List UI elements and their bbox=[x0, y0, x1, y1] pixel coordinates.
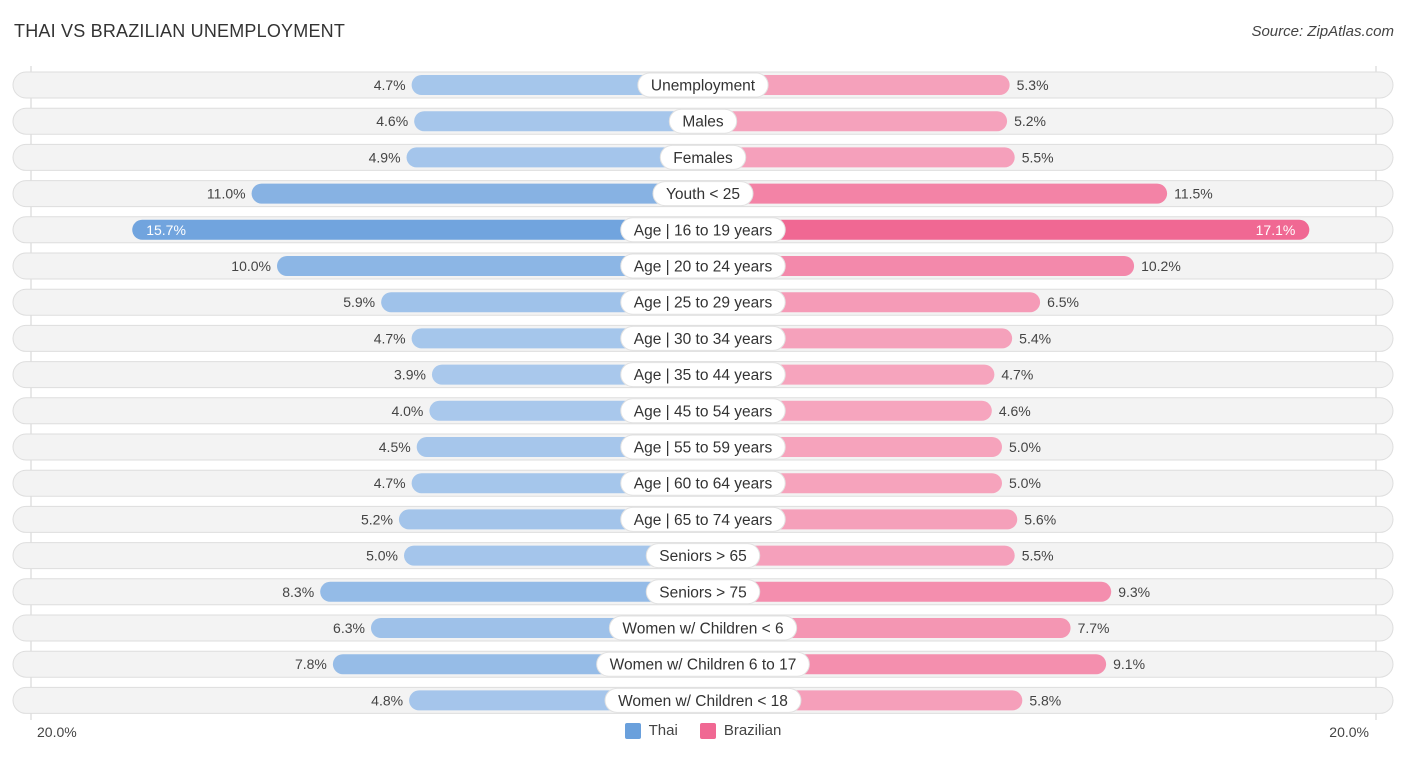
category-label: Age | 55 to 59 years bbox=[634, 440, 773, 457]
category-label: Females bbox=[673, 150, 733, 167]
value-label-thai: 7.8% bbox=[295, 656, 327, 672]
chart-canvas: 4.7% 5.3% Unemployment 4.6% 5.2% Males 4.9% 5.5… bbox=[12, 66, 1394, 720]
bar-thai bbox=[132, 219, 704, 240]
bar-thai bbox=[320, 581, 703, 602]
chart-row: 15.7% 17.1% Age | 16 to 19 years bbox=[12, 216, 1394, 244]
legend-label-thai: Thai bbox=[648, 722, 678, 739]
value-label-thai: 4.5% bbox=[379, 439, 411, 455]
category-label: Age | 60 to 64 years bbox=[634, 476, 773, 493]
value-label-thai: 5.9% bbox=[343, 294, 375, 310]
bar-brazilian bbox=[703, 183, 1168, 204]
legend: Thai Brazilian bbox=[0, 722, 1406, 739]
value-label-brazilian: 5.6% bbox=[1024, 511, 1056, 527]
value-label-thai: 4.8% bbox=[371, 692, 403, 708]
value-label-brazilian: 6.5% bbox=[1047, 294, 1079, 310]
chart-row: 11.0% 11.5% Youth < 25 bbox=[12, 180, 1394, 208]
chart-row: 7.8% 9.1% Women w/ Children 6 to 17 bbox=[12, 650, 1394, 678]
value-label-brazilian: 5.0% bbox=[1009, 475, 1041, 491]
chart-row: 10.0% 10.2% Age | 20 to 24 years bbox=[12, 252, 1394, 280]
value-label-brazilian: 9.3% bbox=[1118, 584, 1150, 600]
chart-row: 4.6% 5.2% Males bbox=[12, 107, 1394, 135]
value-label-thai: 3.9% bbox=[394, 367, 426, 383]
value-label-thai: 4.6% bbox=[376, 113, 408, 129]
value-label-brazilian: 5.3% bbox=[1017, 77, 1049, 93]
legend-swatch-brazilian bbox=[699, 722, 716, 739]
value-label-thai: 5.0% bbox=[366, 548, 398, 564]
bar-thai bbox=[406, 147, 703, 168]
category-label: Age | 30 to 34 years bbox=[634, 331, 773, 348]
category-label: Age | 20 to 24 years bbox=[634, 259, 773, 276]
category-label: Age | 45 to 54 years bbox=[634, 403, 773, 420]
chart-row: 5.2% 5.6% Age | 65 to 74 years bbox=[12, 505, 1394, 533]
chart-row: 4.0% 4.6% Age | 45 to 54 years bbox=[12, 397, 1394, 425]
value-label-brazilian: 5.0% bbox=[1009, 439, 1041, 455]
chart-row: 4.7% 5.4% Age | 30 to 34 years bbox=[12, 324, 1394, 352]
value-label-thai: 6.3% bbox=[333, 620, 365, 636]
value-label-thai: 5.2% bbox=[361, 511, 393, 527]
value-label-thai: 11.0% bbox=[207, 186, 246, 202]
bar-thai bbox=[251, 183, 703, 204]
legend-item-brazilian[interactable]: Brazilian bbox=[699, 722, 782, 739]
category-label: Unemployment bbox=[651, 78, 756, 95]
bar-brazilian bbox=[703, 581, 1112, 602]
chart-row: 4.5% 5.0% Age | 55 to 59 years bbox=[12, 433, 1394, 461]
bar-thai bbox=[414, 111, 703, 132]
bar-brazilian bbox=[703, 219, 1310, 240]
legend-item-thai[interactable]: Thai bbox=[624, 722, 678, 739]
chart-row: 5.9% 6.5% Age | 25 to 29 years bbox=[12, 288, 1394, 316]
chart-row: 4.8% 5.8% Women w/ Children < 18 bbox=[12, 686, 1394, 714]
value-label-brazilian: 9.1% bbox=[1113, 656, 1145, 672]
bar-brazilian bbox=[703, 111, 1008, 132]
category-label: Age | 16 to 19 years bbox=[634, 222, 773, 239]
value-label-thai: 15.7% bbox=[146, 222, 186, 238]
value-label-thai: 10.0% bbox=[231, 258, 271, 274]
value-label-brazilian: 10.2% bbox=[1141, 258, 1181, 274]
bar-brazilian bbox=[703, 147, 1015, 168]
value-label-thai: 4.7% bbox=[374, 77, 406, 93]
value-label-brazilian: 4.6% bbox=[999, 403, 1031, 419]
category-label: Women w/ Children < 18 bbox=[618, 693, 788, 710]
chart-row: 6.3% 7.7% Women w/ Children < 6 bbox=[12, 614, 1394, 642]
chart-row: 5.0% 5.5% Seniors > 65 bbox=[12, 542, 1394, 570]
value-label-brazilian: 5.2% bbox=[1014, 113, 1046, 129]
value-label-brazilian: 5.5% bbox=[1022, 548, 1054, 564]
value-label-brazilian: 5.4% bbox=[1019, 330, 1051, 346]
value-label-thai: 4.7% bbox=[374, 330, 406, 346]
category-label: Women w/ Children 6 to 17 bbox=[610, 657, 797, 674]
category-label: Males bbox=[682, 114, 724, 131]
value-label-thai: 4.9% bbox=[369, 149, 401, 165]
value-label-thai: 4.7% bbox=[374, 475, 406, 491]
legend-label-brazilian: Brazilian bbox=[723, 722, 782, 739]
category-label: Age | 25 to 29 years bbox=[634, 295, 773, 312]
value-label-brazilian: 11.5% bbox=[1174, 186, 1213, 202]
category-label: Seniors > 65 bbox=[659, 548, 746, 565]
value-label-brazilian: 17.1% bbox=[1256, 222, 1296, 238]
value-label-brazilian: 4.7% bbox=[1001, 367, 1033, 383]
category-label: Age | 35 to 44 years bbox=[634, 367, 773, 384]
value-label-brazilian: 5.5% bbox=[1022, 149, 1054, 165]
chart-row: 4.7% 5.0% Age | 60 to 64 years bbox=[12, 469, 1394, 497]
chart-row: 4.9% 5.5% Females bbox=[12, 143, 1394, 171]
value-label-thai: 8.3% bbox=[282, 584, 314, 600]
value-label-brazilian: 7.7% bbox=[1078, 620, 1110, 636]
category-label: Age | 65 to 74 years bbox=[634, 512, 773, 529]
chart-row: 8.3% 9.3% Seniors > 75 bbox=[12, 578, 1394, 606]
category-label: Seniors > 75 bbox=[659, 584, 746, 601]
chart-row: 4.7% 5.3% Unemployment bbox=[12, 71, 1394, 99]
category-label: Youth < 25 bbox=[666, 186, 740, 203]
value-label-thai: 4.0% bbox=[391, 403, 423, 419]
legend-swatch-thai bbox=[624, 722, 641, 739]
category-label: Women w/ Children < 6 bbox=[622, 621, 783, 638]
value-label-brazilian: 5.8% bbox=[1029, 692, 1061, 708]
chart-row: 3.9% 4.7% Age | 35 to 44 years bbox=[12, 361, 1394, 389]
